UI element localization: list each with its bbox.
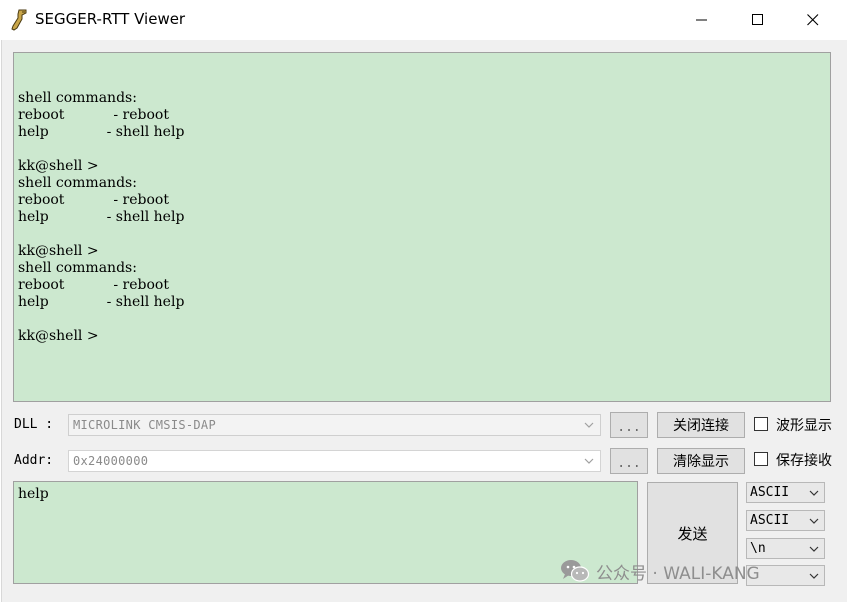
chevron-down-icon — [809, 573, 819, 579]
line-ending-select-value: \n — [750, 541, 766, 556]
addr-select-value: 0x24000000 — [73, 454, 149, 468]
dll-label: DLL : — [14, 417, 54, 432]
chevron-down-icon — [584, 422, 594, 428]
close-icon — [807, 14, 819, 26]
waveform-checkbox-label: 波形显示 — [776, 418, 832, 434]
encoding-select-1-value: ASCII — [750, 485, 790, 500]
chevron-down-icon — [809, 546, 819, 552]
title-bar: SEGGER-RTT Viewer — [0, 0, 847, 40]
send-input[interactable]: help — [13, 481, 638, 584]
minimize-icon — [696, 19, 707, 21]
app-icon — [11, 9, 27, 31]
save-receive-checkbox-label: 保存接收 — [776, 453, 832, 469]
console-text: shell commands: reboot - reboot help - s… — [18, 90, 185, 344]
chevron-down-icon — [809, 490, 819, 496]
chevron-down-icon — [584, 458, 594, 464]
encoding-select-2-value: ASCII — [750, 513, 790, 528]
maximize-icon — [752, 14, 763, 25]
chevron-down-icon — [809, 518, 819, 524]
encoding-select-1[interactable]: ASCII — [746, 482, 825, 503]
close-button[interactable] — [790, 0, 836, 40]
dll-browse-button[interactable]: ... — [610, 412, 648, 438]
addr-select[interactable]: 0x24000000 — [68, 450, 601, 472]
close-connection-button[interactable]: 关闭连接 — [657, 412, 745, 438]
encoding-select-2[interactable]: ASCII — [746, 510, 825, 531]
minimize-button[interactable] — [679, 0, 725, 40]
clear-display-button[interactable]: 清除显示 — [657, 448, 745, 474]
dll-select-value: MICROLINK CMSIS-DAP — [73, 418, 216, 432]
waveform-checkbox[interactable] — [754, 417, 768, 431]
watermark: 公众号 · WALI-KANG — [560, 556, 760, 586]
save-receive-checkbox[interactable] — [754, 452, 768, 466]
watermark-text: 公众号 · WALI-KANG — [596, 563, 760, 584]
wechat-icon — [561, 560, 590, 582]
maximize-button[interactable] — [735, 0, 781, 40]
send-input-text: help — [18, 486, 49, 502]
window-title: SEGGER-RTT Viewer — [35, 10, 186, 28]
dll-select[interactable]: MICROLINK CMSIS-DAP — [68, 414, 601, 436]
addr-browse-button[interactable]: ... — [610, 448, 648, 474]
output-console[interactable]: shell commands: reboot - reboot help - s… — [13, 52, 831, 402]
addr-label: Addr: — [14, 453, 54, 468]
